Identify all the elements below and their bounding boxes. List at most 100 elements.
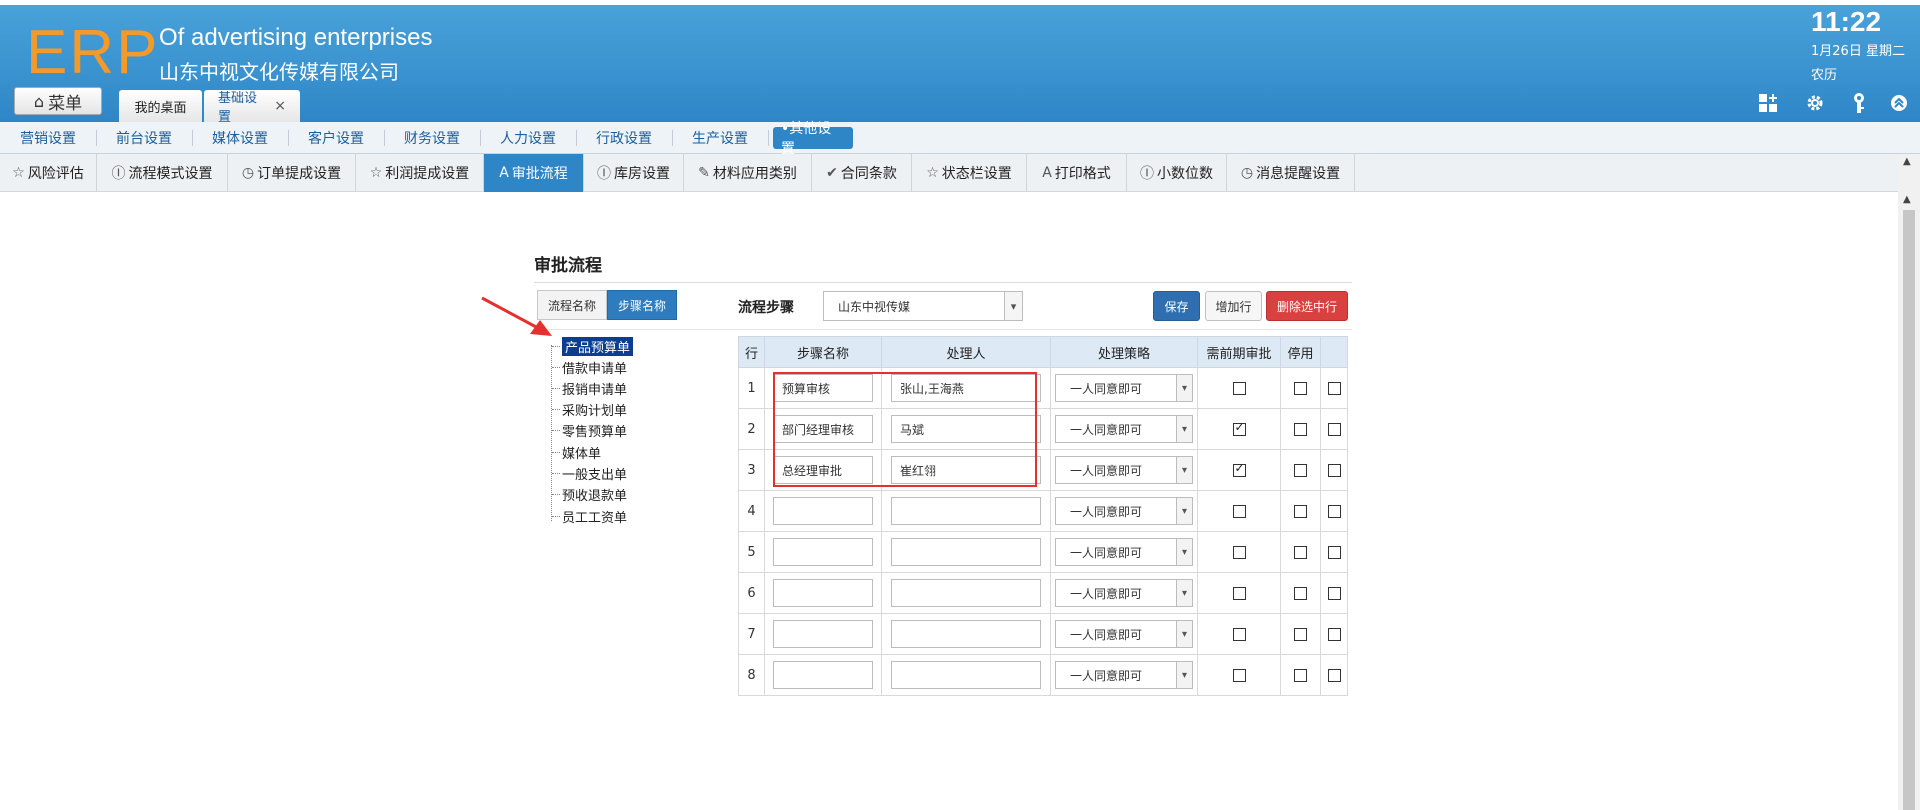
menu-button[interactable]: ⌂ 菜单 bbox=[14, 87, 102, 115]
tree-item[interactable]: 媒体单 bbox=[552, 442, 601, 462]
nav-production-settings[interactable]: 生产设置 bbox=[682, 127, 769, 149]
step-name-input[interactable] bbox=[773, 661, 873, 689]
prior-approval-cell bbox=[1197, 490, 1281, 532]
nav-media-settings[interactable]: 媒体设置 bbox=[202, 127, 289, 149]
tree-item[interactable]: 零售预算单 bbox=[552, 420, 627, 440]
subnav-contract-terms[interactable]: ✔ 合同条款 bbox=[812, 154, 912, 192]
save-button[interactable]: 保存 bbox=[1153, 291, 1200, 321]
subnav-profit-commission[interactable]: ☆ 利润提成设置 bbox=[356, 154, 484, 192]
tab-my-desktop[interactable]: 我的桌面 bbox=[119, 90, 202, 122]
step-name-input[interactable]: 预算审核 bbox=[773, 374, 873, 402]
row-select-checkbox[interactable] bbox=[1327, 586, 1341, 600]
row-select-checkbox[interactable] bbox=[1327, 545, 1341, 559]
scroll-up-arrow-icon[interactable]: ▲ bbox=[1903, 156, 1911, 167]
tree-item[interactable]: 产品预算单 bbox=[552, 336, 634, 356]
subnav-flow-mode[interactable]: Ⓘ 流程模式设置 bbox=[97, 154, 228, 192]
collapse-up-icon[interactable] bbox=[1888, 92, 1910, 114]
disabled-checkbox[interactable] bbox=[1294, 627, 1307, 641]
strategy-select[interactable]: 一人同意即可 ▾ bbox=[1055, 456, 1193, 484]
gear-icon[interactable] bbox=[1804, 92, 1826, 114]
nav-finance-settings[interactable]: 财务设置 bbox=[394, 127, 481, 149]
close-icon[interactable]: × bbox=[274, 98, 286, 114]
vertical-scrollbar[interactable]: ▲ ▲ bbox=[1898, 154, 1920, 810]
row-select-checkbox[interactable] bbox=[1327, 381, 1341, 395]
subnav-material-category[interactable]: ✎ 材料应用类别 bbox=[684, 154, 812, 192]
strategy-select[interactable]: 一人同意即可 ▾ bbox=[1055, 620, 1193, 648]
disabled-checkbox[interactable] bbox=[1294, 422, 1307, 436]
strategy-select[interactable]: 一人同意即可 ▾ bbox=[1055, 374, 1193, 402]
strategy-select[interactable]: 一人同意即可 ▾ bbox=[1055, 415, 1193, 443]
prior-approval-checkbox[interactable] bbox=[1232, 381, 1246, 395]
tree-item[interactable]: 采购计划单 bbox=[552, 399, 627, 419]
step-name-input[interactable] bbox=[773, 620, 873, 648]
strategy-select-value: 一人同意即可 bbox=[1070, 586, 1143, 601]
subnav-label: 流程模式设置 bbox=[128, 166, 213, 182]
handler-input[interactable] bbox=[891, 661, 1041, 689]
add-row-button[interactable]: 增加行 bbox=[1205, 291, 1262, 321]
subnav-print-format[interactable]: A 打印格式 bbox=[1027, 154, 1127, 192]
toggle-step-name-button[interactable]: 步骤名称 bbox=[607, 290, 677, 320]
handler-input[interactable] bbox=[891, 620, 1041, 648]
step-name-input[interactable]: 总经理审批 bbox=[773, 456, 873, 484]
scroll-up-arrow-icon[interactable]: ▲ bbox=[1903, 194, 1911, 205]
prior-approval-checkbox[interactable] bbox=[1232, 545, 1246, 559]
handler-input[interactable] bbox=[891, 538, 1041, 566]
handler-input[interactable] bbox=[891, 579, 1041, 607]
disabled-checkbox[interactable] bbox=[1294, 463, 1307, 477]
nav-other-settings[interactable]: •其他设置 bbox=[773, 121, 853, 157]
subnav-approval-flow[interactable]: A 审批流程 bbox=[484, 154, 584, 192]
tree-item[interactable]: 预收退款单 bbox=[552, 484, 627, 504]
nav-hr-settings[interactable]: 人力设置 bbox=[490, 127, 577, 149]
step-name-input[interactable] bbox=[773, 579, 873, 607]
prior-approval-checkbox[interactable] bbox=[1232, 461, 1246, 477]
step-name-input[interactable] bbox=[773, 497, 873, 525]
row-select-checkbox[interactable] bbox=[1327, 627, 1341, 641]
key-icon[interactable] bbox=[1848, 92, 1870, 114]
grid-add-icon[interactable] bbox=[1757, 92, 1779, 114]
subnav-message-reminder[interactable]: ◷ 消息提醒设置 bbox=[1227, 154, 1355, 192]
prior-approval-checkbox[interactable] bbox=[1232, 586, 1246, 600]
scrollbar-thumb[interactable] bbox=[1903, 210, 1915, 810]
nav-frontdesk-settings[interactable]: 前台设置 bbox=[106, 127, 193, 149]
prior-approval-checkbox[interactable] bbox=[1232, 627, 1246, 641]
row-select-checkbox[interactable] bbox=[1327, 422, 1341, 436]
strategy-select[interactable]: 一人同意即可 ▾ bbox=[1055, 538, 1193, 566]
step-name-input[interactable]: 部门经理审核 bbox=[773, 415, 873, 443]
strategy-select[interactable]: 一人同意即可 ▾ bbox=[1055, 661, 1193, 689]
strategy-select[interactable]: 一人同意即可 ▾ bbox=[1055, 579, 1193, 607]
nav-marketing-settings[interactable]: 营销设置 bbox=[10, 127, 97, 149]
subnav-warehouse[interactable]: Ⓘ 库房设置 bbox=[584, 154, 684, 192]
step-name-input[interactable] bbox=[773, 538, 873, 566]
handler-input[interactable] bbox=[891, 497, 1041, 525]
tree-item[interactable]: 报销申请单 bbox=[552, 378, 627, 398]
disabled-checkbox[interactable] bbox=[1294, 545, 1307, 559]
disabled-checkbox[interactable] bbox=[1294, 668, 1307, 682]
row-select-checkbox[interactable] bbox=[1327, 463, 1341, 477]
row-select-checkbox[interactable] bbox=[1327, 668, 1341, 682]
prior-approval-checkbox[interactable] bbox=[1232, 504, 1246, 518]
strategy-select[interactable]: 一人同意即可 ▾ bbox=[1055, 497, 1193, 525]
chevron-down-icon: ▾ bbox=[1176, 375, 1192, 401]
handler-input[interactable]: 张山,王海燕 bbox=[891, 374, 1041, 402]
company-select[interactable]: 山东中视传媒 ▾ bbox=[823, 291, 1023, 321]
prior-approval-checkbox[interactable] bbox=[1232, 668, 1246, 682]
row-select-checkbox[interactable] bbox=[1327, 504, 1341, 518]
disabled-checkbox[interactable] bbox=[1294, 381, 1307, 395]
prior-approval-checkbox[interactable] bbox=[1232, 420, 1246, 436]
handler-input[interactable]: 马斌 bbox=[891, 415, 1041, 443]
nav-customer-settings[interactable]: 客户设置 bbox=[298, 127, 385, 149]
lunar-calendar-link[interactable]: 农历 bbox=[1811, 64, 1837, 83]
nav-admin-settings[interactable]: 行政设置 bbox=[586, 127, 673, 149]
tree-item[interactable]: 借款申请单 bbox=[552, 357, 627, 377]
tree-item[interactable]: 员工工资单 bbox=[552, 506, 627, 526]
disabled-checkbox[interactable] bbox=[1294, 586, 1307, 600]
subnav-order-commission[interactable]: ◷ 订单提成设置 bbox=[228, 154, 356, 192]
subnav-statusbar[interactable]: ☆ 状态栏设置 bbox=[912, 154, 1027, 192]
subnav-decimal-places[interactable]: Ⓘ 小数位数 bbox=[1127, 154, 1227, 192]
tab-basic-settings[interactable]: 基础设置 × bbox=[204, 90, 300, 125]
delete-selected-row-button[interactable]: 删除选中行 bbox=[1266, 291, 1348, 321]
disabled-checkbox[interactable] bbox=[1294, 504, 1307, 518]
tree-item[interactable]: 一般支出单 bbox=[552, 463, 627, 483]
subnav-risk-assessment[interactable]: ☆ 风险评估 bbox=[0, 154, 97, 192]
handler-input[interactable]: 崔红翎 bbox=[891, 456, 1041, 484]
